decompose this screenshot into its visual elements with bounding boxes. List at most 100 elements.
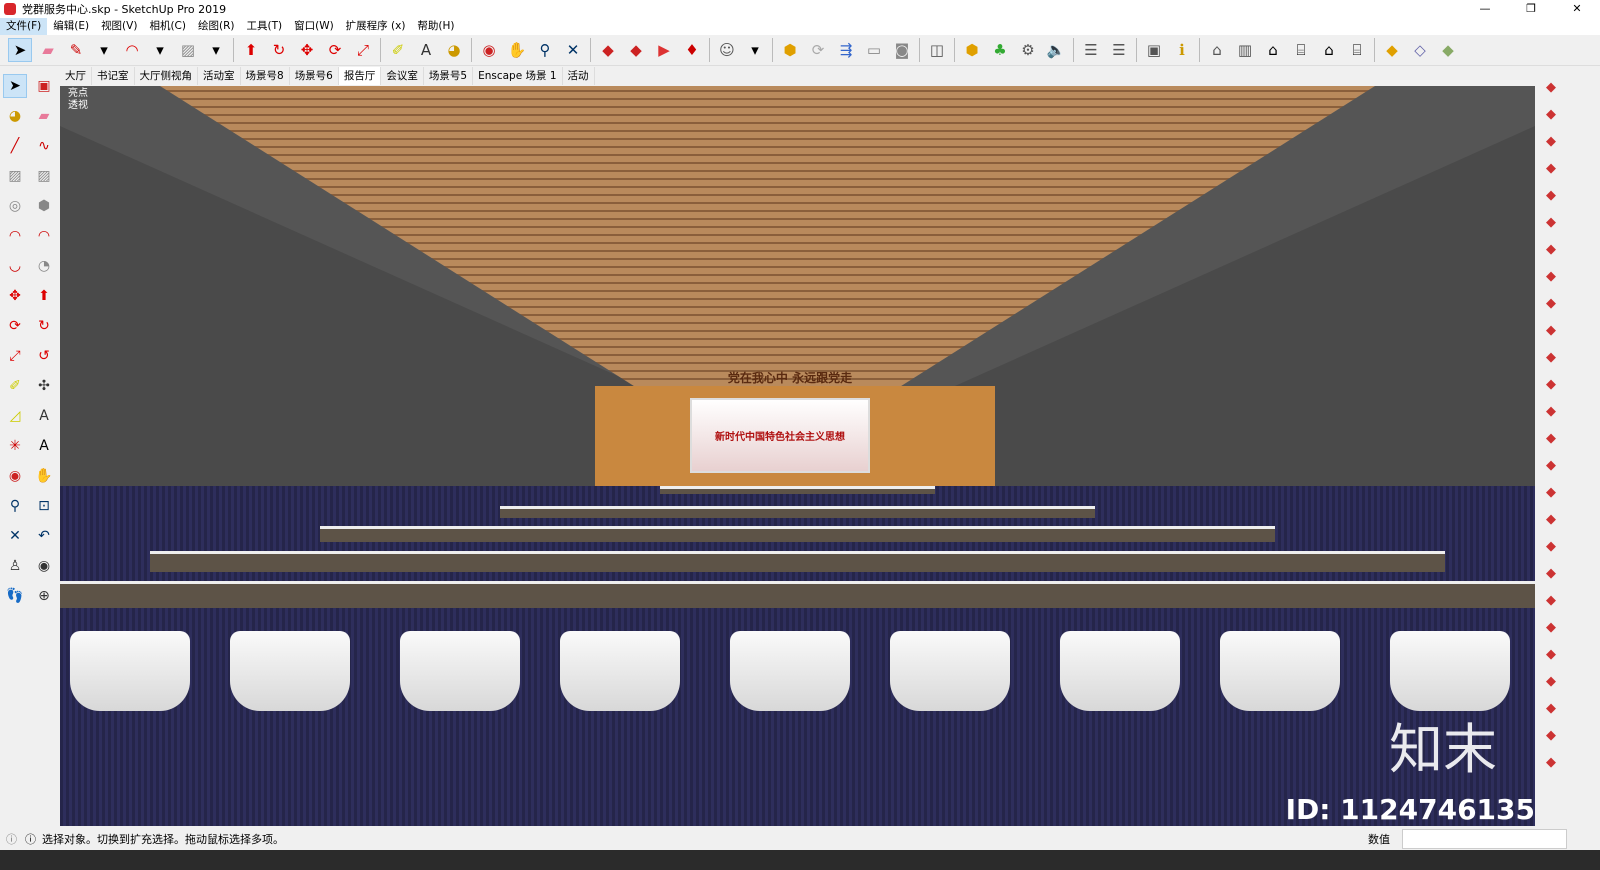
circle-icon[interactable]: ◎ [3,194,27,218]
scene-tab[interactable]: Enscape 场景 1 [473,67,563,85]
walk-icon[interactable]: 👣 [3,584,27,608]
rotate-icon[interactable]: ⟳ [323,38,347,62]
hook-icon[interactable]: ◆ [1539,453,1563,477]
axes-icon[interactable]: ✳ [3,434,27,458]
grid-icon[interactable]: ◆ [1539,156,1563,180]
scene-tab[interactable]: 大厅侧视角 [135,67,198,85]
dimension-icon[interactable]: ✣ [32,374,56,398]
cut-icon[interactable]: ◆ [1539,264,1563,288]
shape-icon[interactable]: ◆ [1539,696,1563,720]
back-view-icon[interactable]: ⌂ [1317,38,1341,62]
zoom-extents-icon[interactable]: ✕ [561,38,585,62]
close-button[interactable]: ✕ [1554,0,1600,18]
scene-tab[interactable]: 大厅 [60,67,92,85]
offset-icon[interactable]: ↺ [32,344,56,368]
orbit-icon[interactable]: ◉ [3,464,27,488]
previous-view-icon[interactable]: ↶ [32,524,56,548]
eraser-icon[interactable]: ▰ [36,38,60,62]
freehand-icon[interactable]: ∿ [32,134,56,158]
arrow-icon[interactable]: ◆ [1539,561,1563,585]
xray-icon[interactable]: ◆ [1380,38,1404,62]
sliders-icon[interactable]: ☰ [1107,38,1131,62]
pipe-icon[interactable]: ◆ [1539,426,1563,450]
paint-icon[interactable]: ◆ [1539,399,1563,423]
section-plane-icon[interactable]: ⊕ [32,584,56,608]
pencil-icon[interactable]: ✎ [64,38,88,62]
tape-measure-icon[interactable]: ✐ [386,38,410,62]
pen-icon[interactable]: ◆ [1539,750,1563,774]
look-around-icon[interactable]: ◉ [32,554,56,578]
scene-tab[interactable]: 报告厅 [338,67,382,85]
extension-warehouse-icon[interactable]: ◆ [624,38,648,62]
3d-text-icon[interactable]: A [32,434,56,458]
scene-tab[interactable]: 场景号8 [241,67,290,85]
menu-item[interactable]: 帮助(H) [411,18,460,35]
curve-icon[interactable]: ◆ [1539,318,1563,342]
curve-icon[interactable]: ◆ [1539,291,1563,315]
follow-me-icon[interactable]: ↻ [267,38,291,62]
tool-icon[interactable]: ◆ [1539,534,1563,558]
rotate-icon[interactable]: ⟳ [3,314,27,338]
grid-icon[interactable]: ◆ [1539,183,1563,207]
enscape-start-icon[interactable]: ⬢ [778,38,802,62]
move-icon[interactable]: ◆ [1539,75,1563,99]
dropdown-icon[interactable]: ▾ [148,38,172,62]
zoom-extents-icon[interactable]: ✕ [3,524,27,548]
rectangle-icon[interactable]: ▨ [176,38,200,62]
sound-icon[interactable]: 🔈 [1044,38,1068,62]
menu-item[interactable]: 编辑(E) [47,18,95,35]
vr-icon[interactable]: ◫ [925,38,949,62]
right-view-icon[interactable]: ⌸ [1289,38,1313,62]
stair-icon[interactable]: ◆ [1539,210,1563,234]
pin-icon[interactable]: ◆ [1539,480,1563,504]
tape-measure-icon[interactable]: ✐ [3,374,27,398]
paint-bucket-icon[interactable]: ◕ [3,104,27,128]
maximize-button[interactable]: ❐ [1508,0,1554,18]
scene-tab[interactable]: 书记室 [92,67,135,85]
minimize-button[interactable]: — [1462,0,1508,18]
pan-icon[interactable]: ✋ [505,38,529,62]
enscape-view-icon[interactable]: ⇶ [834,38,858,62]
move-icon[interactable]: ✥ [295,38,319,62]
menu-item[interactable]: 视图(V) [95,18,143,35]
follow-me-icon[interactable]: ↻ [32,314,56,338]
component-icon[interactable]: ▣ [32,74,56,98]
move-icon[interactable]: ✥ [3,284,27,308]
eraser-icon[interactable]: ▰ [32,104,56,128]
menu-item[interactable]: 相机(C) [143,18,192,35]
settings-icon[interactable]: ⚙ [1016,38,1040,62]
text-icon[interactable]: A [414,38,438,62]
arc-icon[interactable]: ◆ [1539,588,1563,612]
info-icon[interactable]: ⓘ [25,831,36,847]
warehouse-icon[interactable]: ◆ [596,38,620,62]
info-icon[interactable]: ℹ [1170,38,1194,62]
stair-icon[interactable]: ◆ [1539,237,1563,261]
push-pull-icon[interactable]: ⬆ [32,284,56,308]
paint-bucket-icon[interactable]: ◕ [442,38,466,62]
shaded-icon[interactable]: ◆ [1436,38,1460,62]
scene-tab[interactable]: 活动室 [198,67,241,85]
scene-tab[interactable]: 会议室 [381,67,424,85]
ruby-icon[interactable]: ♦ [680,38,704,62]
scale-icon[interactable]: ⤢ [3,344,27,368]
scale-icon[interactable]: ⤢ [351,38,375,62]
solid-icon[interactable]: ◆ [1539,615,1563,639]
rotated-rectangle-icon[interactable]: ▨ [32,164,56,188]
arc-icon[interactable]: ◠ [3,224,27,248]
position-camera-icon[interactable]: ♙ [3,554,27,578]
send-layout-icon[interactable]: ▶ [652,38,676,62]
menu-item[interactable]: 窗口(W) [288,18,340,35]
scene-tab[interactable]: 场景号5 [424,67,474,85]
protractor-icon[interactable]: ◿ [3,404,27,428]
pie-icon[interactable]: ◔ [32,254,56,278]
front-view-icon[interactable]: ⌂ [1261,38,1285,62]
scene-tab[interactable]: 活动 [563,67,595,85]
dropdown-icon[interactable]: ▾ [743,38,767,62]
pan-icon[interactable]: ✋ [32,464,56,488]
box-icon[interactable]: ◆ [1539,129,1563,153]
component-icon[interactable]: ◆ [1539,507,1563,531]
axes-icon[interactable]: ◆ [1539,723,1563,747]
menu-item[interactable]: 绘图(R) [192,18,241,35]
roof-icon[interactable]: ◆ [1539,345,1563,369]
zoom-icon[interactable]: ⚲ [533,38,557,62]
